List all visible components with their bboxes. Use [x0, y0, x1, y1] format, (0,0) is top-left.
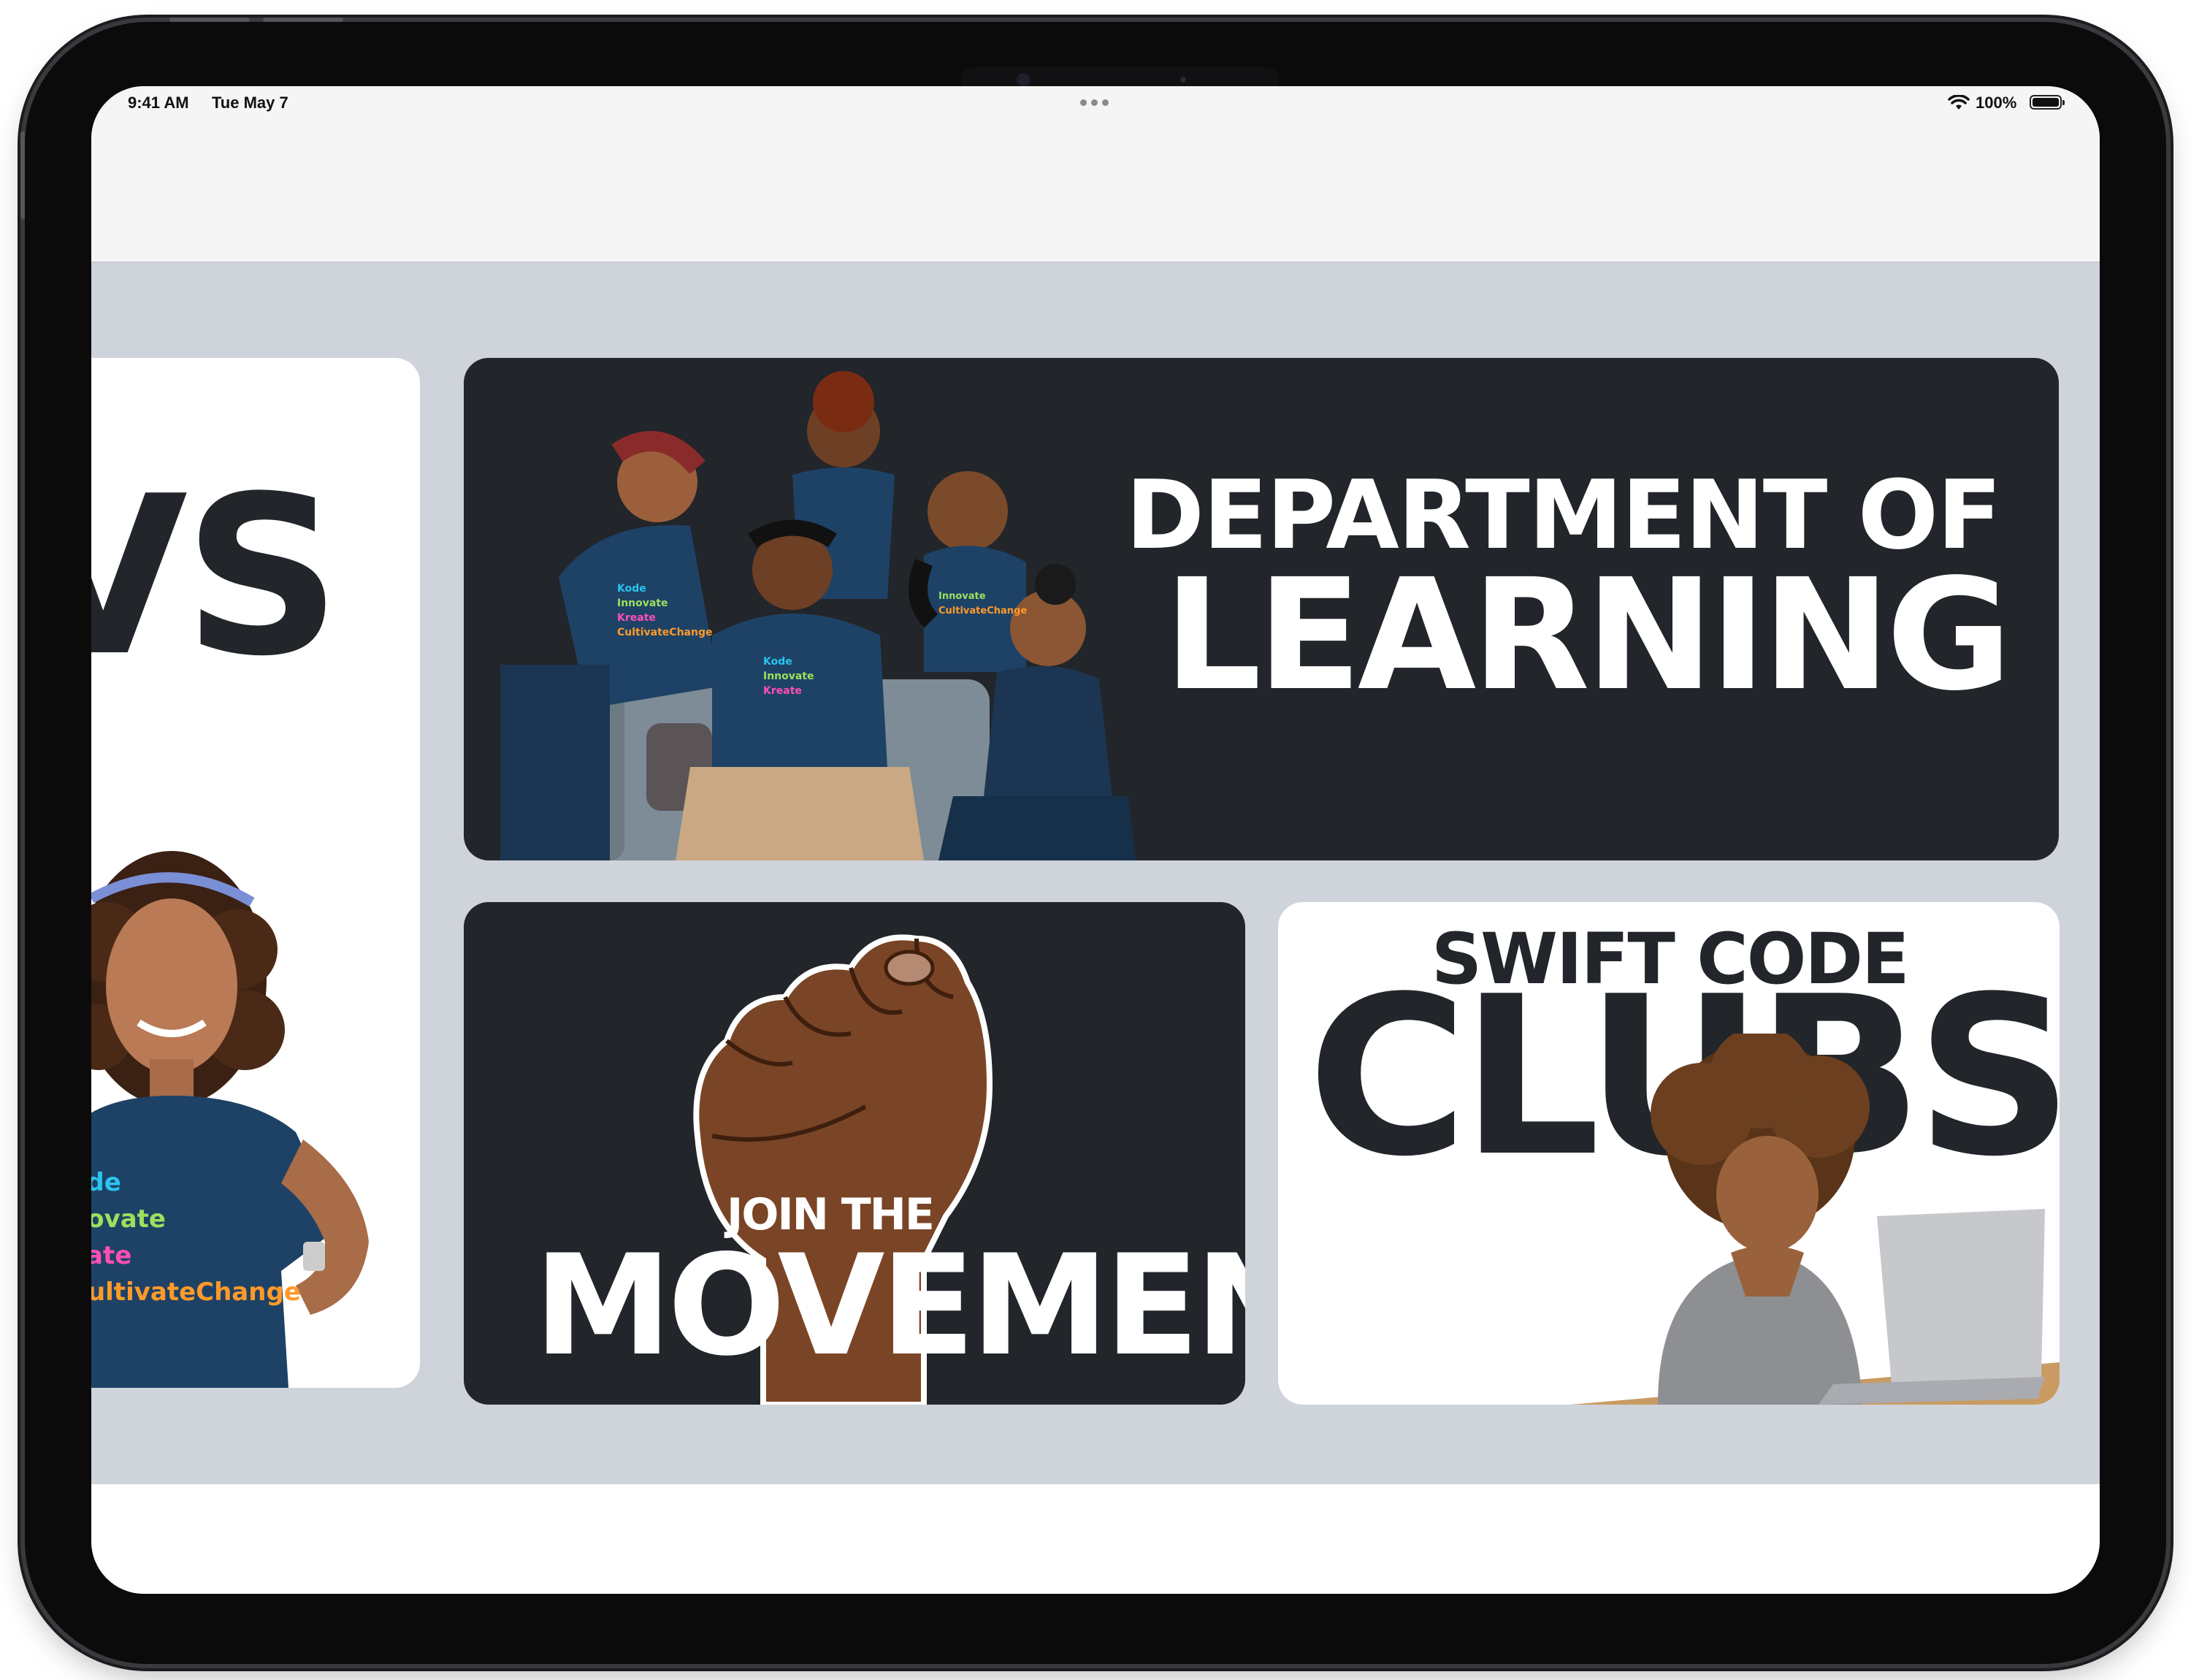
wifi-icon: [1948, 95, 1970, 110]
department-card-title-line2: LEARNING: [1163, 546, 2012, 725]
team-group-photo: Kode Innovate Kreate CultivateChange Kod…: [500, 371, 1136, 860]
svg-text:Innovate: Innovate: [763, 671, 814, 682]
movement-card-title-line2: MOVEMENT: [534, 1225, 1245, 1386]
svg-text:novate: novate: [91, 1204, 166, 1234]
svg-text:Kreate: Kreate: [617, 612, 656, 624]
department-of-learning-card[interactable]: Kode Innovate Kreate CultivateChange Kod…: [464, 358, 2059, 860]
sensor-icon: [1180, 77, 1186, 83]
join-the-movement-card[interactable]: JOIN THE MOVEMENT: [464, 902, 1245, 1405]
swift-code-clubs-card[interactable]: SWIFT CODE CLUBS: [1278, 902, 2060, 1405]
more-dots-icon[interactable]: [1080, 99, 1109, 106]
woman-portrait-photo: ode novate eate CultivateChange: [91, 851, 369, 1388]
svg-text:eate: eate: [91, 1241, 131, 1270]
battery-percentage: 100%: [1976, 93, 2017, 112]
top-button: [169, 18, 250, 22]
svg-text:CultivateChange: CultivateChange: [617, 627, 712, 638]
svg-text:Kode: Kode: [763, 656, 792, 668]
featured-cards-area[interactable]: VS ode novate eate CultivateChange Kode …: [91, 263, 2100, 1484]
svg-text:Kreate: Kreate: [763, 685, 802, 697]
svg-text:Kode: Kode: [617, 583, 646, 595]
side-button: [20, 131, 25, 219]
child-with-laptop-photo: [1570, 1034, 2060, 1405]
svg-text:Innovate: Innovate: [617, 597, 668, 609]
news-card-title: VS: [91, 449, 341, 704]
navigation-area: 9:41 AM Tue May 7 100%: [91, 86, 2100, 263]
status-date: Tue May 7: [212, 93, 288, 112]
screen: 9:41 AM Tue May 7 100% VS ode novate eat…: [91, 86, 2100, 1594]
svg-text:CultivateChange: CultivateChange: [91, 1278, 301, 1307]
svg-text:CultivateChange: CultivateChange: [938, 606, 1027, 616]
news-card[interactable]: VS ode novate eate CultivateChange: [91, 358, 420, 1388]
svg-text:Innovate: Innovate: [938, 591, 986, 602]
bottom-area: [91, 1484, 2100, 1594]
volume-button: [263, 18, 343, 22]
status-time: 9:41 AM: [128, 93, 189, 112]
battery-icon: [2030, 95, 2065, 110]
svg-text:ode: ode: [91, 1168, 121, 1197]
camera-lens-icon: [1017, 73, 1030, 86]
